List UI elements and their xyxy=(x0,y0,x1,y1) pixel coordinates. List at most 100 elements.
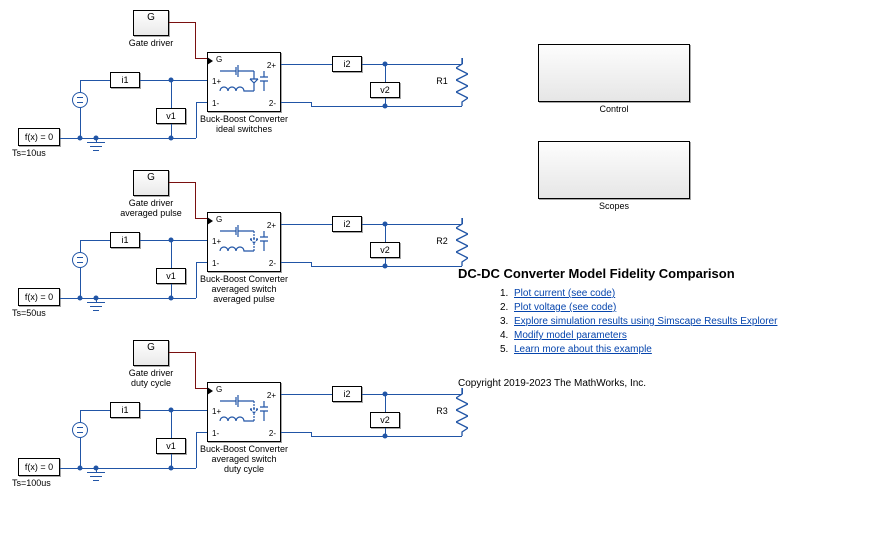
i2-sensor-1[interactable]: i2 xyxy=(332,56,362,72)
voltage-source-1[interactable] xyxy=(72,92,88,108)
scopes-subsystem[interactable] xyxy=(538,141,690,199)
link-learn-more[interactable]: Learn more about this example xyxy=(514,344,652,355)
solver-config-1[interactable]: f(x) = 0 xyxy=(18,128,60,146)
i2-sensor-3[interactable]: i2 xyxy=(332,386,362,402)
resistor-r2-label: R2 xyxy=(430,236,454,246)
resistor-r3[interactable] xyxy=(456,388,468,436)
wire xyxy=(195,22,196,58)
link-plot-voltage[interactable]: Plot voltage (see code) xyxy=(514,302,616,313)
gate-driver-2-g: G xyxy=(133,172,169,183)
voltage-source-3[interactable] xyxy=(72,422,88,438)
link-modify-params[interactable]: Modify model parameters xyxy=(514,330,627,341)
wire xyxy=(80,80,110,81)
converter-2[interactable]: G 1+ 1- 2+ 2- xyxy=(207,212,281,272)
resistor-r1-label: R1 xyxy=(430,76,454,86)
wire xyxy=(96,298,196,299)
wire xyxy=(140,240,207,241)
list-number-2: 2. xyxy=(500,302,508,313)
wire xyxy=(96,468,196,469)
solver-config-2[interactable]: f(x) = 0 xyxy=(18,288,60,306)
wire xyxy=(80,240,81,252)
solver-config-1-ts: Ts=10us xyxy=(12,148,66,158)
wire xyxy=(281,394,332,395)
v2-sensor-1[interactable]: v2 xyxy=(370,82,400,98)
converter-3[interactable]: G 1+ 1- 2+ 2- xyxy=(207,382,281,442)
solver-config-3-ts: Ts=100us xyxy=(12,478,66,488)
scopes-subsystem-label: Scopes xyxy=(538,201,690,211)
wire xyxy=(196,102,197,138)
wire xyxy=(80,410,81,422)
node xyxy=(94,136,99,141)
v1-sensor-2[interactable]: v1 xyxy=(156,268,186,284)
solver-config-3[interactable]: f(x) = 0 xyxy=(18,458,60,476)
voltage-source-2[interactable] xyxy=(72,252,88,268)
simulink-canvas[interactable]: Control Scopes DC-DC Converter Model Fid… xyxy=(0,0,869,552)
list-number-1: 1. xyxy=(500,288,508,299)
wire xyxy=(80,80,81,92)
wire xyxy=(281,102,311,103)
wire xyxy=(196,102,207,103)
v2-sensor-2[interactable]: v2 xyxy=(370,242,400,258)
wire xyxy=(196,432,207,433)
resistor-r2[interactable] xyxy=(456,218,468,266)
wire xyxy=(281,432,311,433)
wire xyxy=(195,182,196,218)
list-number-5: 5. xyxy=(500,344,508,355)
wire xyxy=(80,410,110,411)
node xyxy=(78,136,83,141)
i1-sensor-1[interactable]: i1 xyxy=(110,72,140,88)
gate-driver-1-caption: Gate driver xyxy=(115,38,187,48)
node xyxy=(78,466,83,471)
control-subsystem-label: Control xyxy=(538,104,690,114)
gate-driver-3-g: G xyxy=(133,342,169,353)
wire xyxy=(80,108,81,138)
wire xyxy=(196,262,197,298)
link-plot-current[interactable]: Plot current (see code) xyxy=(514,288,615,299)
wire xyxy=(171,240,172,268)
ground-3[interactable] xyxy=(87,472,105,486)
v1-sensor-1[interactable]: v1 xyxy=(156,108,186,124)
node xyxy=(169,136,174,141)
copyright-text: Copyright 2019-2023 The MathWorks, Inc. xyxy=(458,378,646,389)
wire xyxy=(281,64,332,65)
wire xyxy=(169,182,195,183)
converter-1-gate-port-icon xyxy=(207,57,213,65)
node xyxy=(94,466,99,471)
list-number-4: 4. xyxy=(500,330,508,341)
node xyxy=(383,104,388,109)
wire xyxy=(362,224,462,225)
gate-driver-2-caption: Gate driveraveraged pulse xyxy=(107,198,195,218)
wire xyxy=(195,58,207,59)
converter-1[interactable]: G 1+ 1- 2+ 2- xyxy=(207,52,281,112)
v2-sensor-3[interactable]: v2 xyxy=(370,412,400,428)
converter-2-schematic-icon xyxy=(214,217,274,267)
node xyxy=(383,264,388,269)
i1-sensor-2[interactable]: i1 xyxy=(110,232,140,248)
wire xyxy=(281,262,311,263)
converter-3-gate-port-icon xyxy=(207,387,213,395)
resistor-r1[interactable] xyxy=(456,58,468,106)
wire xyxy=(96,138,196,139)
wire xyxy=(195,218,207,219)
node xyxy=(94,296,99,301)
node xyxy=(169,466,174,471)
wire xyxy=(385,224,386,242)
i2-sensor-2[interactable]: i2 xyxy=(332,216,362,232)
wire xyxy=(171,410,172,438)
i1-sensor-3[interactable]: i1 xyxy=(110,402,140,418)
solver-config-2-ts: Ts=50us xyxy=(12,308,66,318)
wire xyxy=(80,268,81,298)
wire xyxy=(171,80,172,108)
model-title: DC-DC Converter Model Fidelity Compariso… xyxy=(458,266,735,281)
ground-2[interactable] xyxy=(87,302,105,316)
wire xyxy=(140,80,207,81)
ground-1[interactable] xyxy=(87,142,105,156)
gate-driver-1-g: G xyxy=(133,12,169,23)
wire xyxy=(362,64,462,65)
link-explore-results[interactable]: Explore simulation results using Simscap… xyxy=(514,316,777,327)
control-subsystem[interactable] xyxy=(538,44,690,102)
wire xyxy=(462,218,463,224)
converter-2-caption: Buck-Boost Converteraveraged switchavera… xyxy=(197,274,291,304)
gate-driver-3-caption: Gate driverduty cycle xyxy=(107,368,195,388)
v1-sensor-3[interactable]: v1 xyxy=(156,438,186,454)
